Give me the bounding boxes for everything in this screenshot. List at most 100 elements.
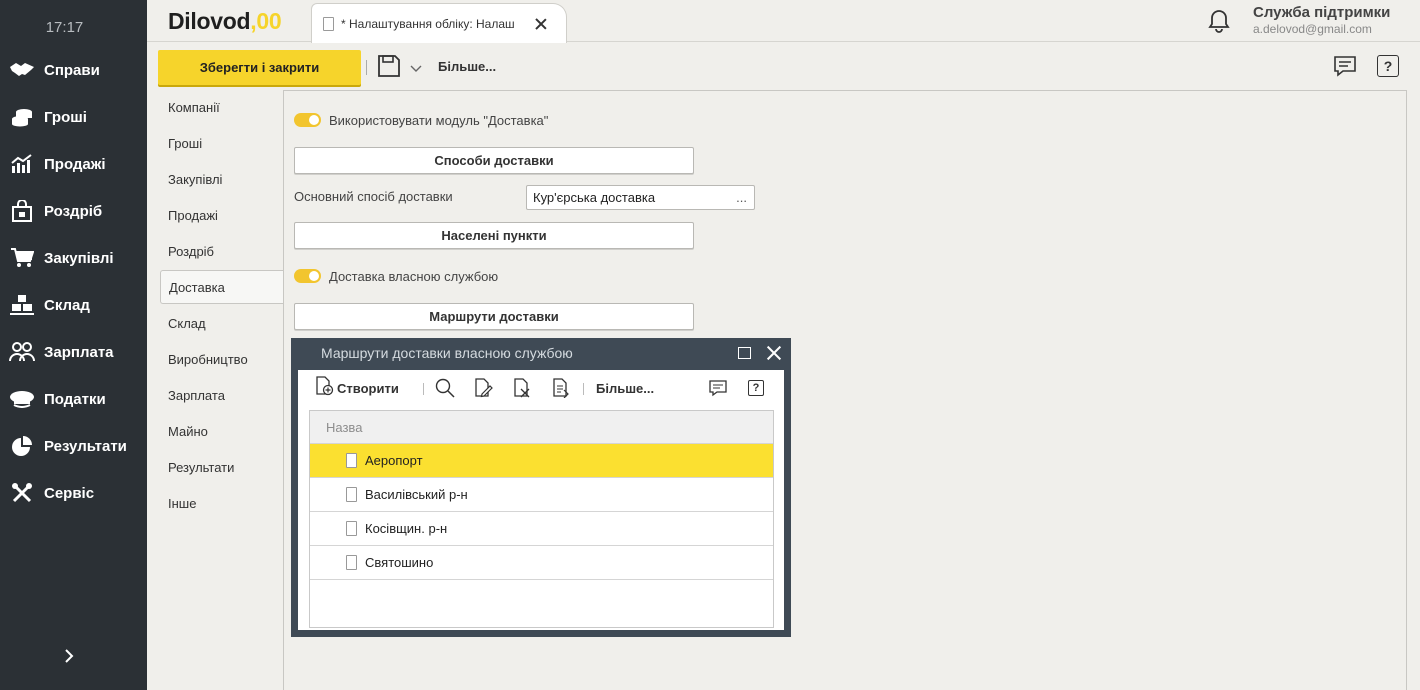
tab-title: * Налаштування обліку: Налаш xyxy=(341,16,515,31)
use-delivery-module-toggle[interactable] xyxy=(294,113,321,127)
logo[interactable]: Dilovod,00 xyxy=(168,8,282,35)
maximize-icon[interactable] xyxy=(738,347,751,359)
mark-delete-icon[interactable] xyxy=(512,376,532,400)
bell-icon[interactable] xyxy=(1206,8,1232,34)
row-name: Василівський р-н xyxy=(365,487,468,502)
settings-nav-item-active[interactable]: Доставка xyxy=(160,270,285,304)
create-document-icon xyxy=(314,375,334,401)
top-bar: Dilovod,00 * Налаштування обліку: Налаш … xyxy=(147,0,1420,43)
settings-nav-item[interactable]: Склад xyxy=(160,307,284,339)
coins-icon xyxy=(9,105,35,129)
nav-item-rezultaty[interactable]: Результати xyxy=(0,426,147,466)
dialog-more-button[interactable]: Більше... xyxy=(596,376,654,400)
boxes-icon xyxy=(9,293,35,317)
cart-icon xyxy=(9,246,35,270)
support-email: a.delovod@gmail.com xyxy=(1253,22,1372,36)
document-icon xyxy=(346,521,357,536)
own-delivery-service-toggle[interactable] xyxy=(294,269,321,283)
document-icon xyxy=(323,16,334,31)
nav-label: Податки xyxy=(44,390,106,408)
nav-label: Результати xyxy=(44,437,127,455)
nav-item-podatky[interactable]: Податки xyxy=(0,379,147,419)
nav-label: Гроші xyxy=(44,108,87,126)
more-button[interactable]: Більше... xyxy=(438,59,496,74)
document-icon xyxy=(346,453,357,468)
dialog-title: Маршрути доставки власною службою xyxy=(321,345,573,361)
settings-nav-item[interactable]: Гроші xyxy=(160,127,284,159)
table-row[interactable]: Святошино xyxy=(310,546,773,580)
row-name: Косівщин. р-н xyxy=(365,521,448,536)
create-label: Створити xyxy=(337,380,399,396)
main-delivery-method-field[interactable]: Кур'єрська доставка ... xyxy=(526,185,755,210)
clock: 17:17 xyxy=(45,19,84,36)
settings-nav-item[interactable]: Закупівлі xyxy=(160,163,284,195)
nav-item-rozdrib[interactable]: Роздріб xyxy=(0,191,147,231)
nav-item-hroshi[interactable]: Гроші xyxy=(0,97,147,137)
settings-nav-item[interactable]: Виробництво xyxy=(160,343,284,375)
chat-icon[interactable] xyxy=(1333,54,1357,78)
dialog-chat-icon[interactable] xyxy=(708,376,728,400)
save-and-close-button[interactable]: Зберегти і закрити xyxy=(158,50,361,85)
table-row[interactable]: Аеропорт xyxy=(310,444,773,478)
localities-button[interactable]: Населені пункти xyxy=(294,222,694,249)
close-icon[interactable] xyxy=(767,346,781,360)
settings-nav-item[interactable]: Майно xyxy=(160,415,284,447)
use-delivery-module-label: Використовувати модуль "Доставка" xyxy=(329,113,549,128)
nav-label: Закупівлі xyxy=(44,249,114,267)
officer-cap-icon xyxy=(9,387,35,411)
sales-chart-icon xyxy=(9,152,35,176)
nav-item-prodazhi[interactable]: Продажі xyxy=(0,144,147,184)
nav-item-zarplata[interactable]: Зарплата xyxy=(0,332,147,372)
support-block[interactable]: Служба підтримки a.delovod@gmail.com xyxy=(1253,4,1390,36)
create-button[interactable]: Створити xyxy=(314,375,399,401)
settings-nav-item[interactable]: Результати xyxy=(160,451,284,483)
support-title: Служба підтримки xyxy=(1253,4,1391,21)
save-icon[interactable] xyxy=(377,54,401,78)
people-icon xyxy=(9,340,35,364)
dialog-body: Створити Більше... ? Назва Аеропорт Васи… xyxy=(298,370,784,630)
nav-item-servis[interactable]: Сервіс xyxy=(0,473,147,513)
row-name: Аеропорт xyxy=(365,453,423,468)
nav-item-zakupivli[interactable]: Закупівлі xyxy=(0,238,147,278)
table-row[interactable]: Косівщин. р-н xyxy=(310,512,773,546)
settings-nav-item[interactable]: Компанії xyxy=(160,91,284,123)
copy-document-icon[interactable] xyxy=(551,376,571,400)
settings-nav-item[interactable]: Зарплата xyxy=(160,379,284,411)
nav-label: Роздріб xyxy=(44,202,103,220)
tools-icon xyxy=(9,481,35,505)
settings-nav-item[interactable]: Продажі xyxy=(160,199,284,231)
toolbar-divider xyxy=(366,60,367,75)
help-icon[interactable]: ? xyxy=(1377,55,1399,77)
routes-table: Назва Аеропорт Василівський р-н Косівщин… xyxy=(309,410,774,628)
delivery-routes-button[interactable]: Маршрути доставки xyxy=(294,303,694,330)
main-delivery-method-label: Основний спосіб доставки xyxy=(294,189,453,204)
document-icon xyxy=(346,487,357,502)
chevron-down-icon[interactable] xyxy=(410,61,422,72)
nav-label: Справи xyxy=(44,61,100,79)
column-header-name[interactable]: Назва xyxy=(310,411,773,444)
close-tab-icon[interactable] xyxy=(535,18,547,30)
left-navigation: 17:17 Справи Гроші Продажі Роздріб Закуп… xyxy=(0,0,147,690)
document-icon xyxy=(346,555,357,570)
toolbar-divider xyxy=(423,383,424,395)
tab-settings[interactable]: * Налаштування обліку: Налаш xyxy=(311,3,567,43)
main-delivery-method-value: Кур'єрська доставка xyxy=(533,190,656,205)
shopping-bag-icon xyxy=(9,199,35,223)
nav-item-spravy[interactable]: Справи xyxy=(0,50,147,90)
pie-chart-icon xyxy=(9,434,35,458)
nav-item-sklad[interactable]: Склад xyxy=(0,285,147,325)
expand-chevron-icon[interactable] xyxy=(60,646,78,666)
row-name: Святошино xyxy=(365,555,434,570)
search-icon[interactable] xyxy=(434,376,456,400)
edit-icon[interactable] xyxy=(473,376,493,400)
settings-nav-item[interactable]: Інше xyxy=(160,487,284,519)
nav-label: Склад xyxy=(44,296,90,314)
settings-nav-item[interactable]: Роздріб xyxy=(160,235,284,267)
toolbar-divider xyxy=(583,383,584,395)
dialog-help-icon[interactable]: ? xyxy=(748,376,764,400)
nav-label: Сервіс xyxy=(44,484,95,502)
table-row[interactable]: Василівський р-н xyxy=(310,478,773,512)
select-ellipsis-button[interactable]: ... xyxy=(736,190,747,205)
own-delivery-service-label: Доставка власною службою xyxy=(329,269,499,284)
delivery-methods-button[interactable]: Способи доставки xyxy=(294,147,694,174)
